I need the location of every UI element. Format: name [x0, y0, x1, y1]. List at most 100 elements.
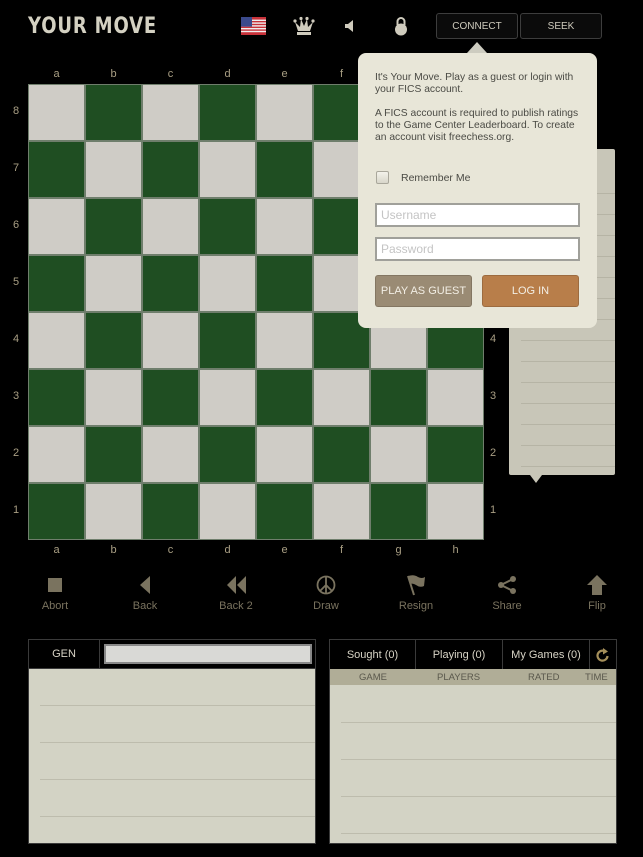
square-e1[interactable]: [256, 483, 313, 540]
square-g3[interactable]: [370, 369, 427, 426]
username-input[interactable]: [375, 203, 580, 227]
file-label: c: [167, 544, 174, 556]
remember-me-row[interactable]: Remember Me: [376, 171, 470, 184]
square-g2[interactable]: [370, 426, 427, 483]
share-label: Share: [492, 600, 522, 612]
refresh-icon[interactable]: [590, 640, 616, 669]
file-label: d: [224, 68, 231, 80]
list-divider: [341, 833, 616, 834]
share-button[interactable]: Share: [477, 574, 537, 612]
list-divider: [40, 705, 315, 706]
file-label: a: [53, 544, 60, 556]
square-a6[interactable]: [28, 198, 85, 255]
square-f3[interactable]: [313, 369, 370, 426]
square-d2[interactable]: [199, 426, 256, 483]
square-c8[interactable]: [142, 84, 199, 141]
square-b1[interactable]: [85, 483, 142, 540]
abort-button[interactable]: Abort: [25, 574, 85, 612]
resign-button[interactable]: Resign: [386, 574, 446, 612]
file-label: a: [53, 68, 60, 80]
square-a8[interactable]: [28, 84, 85, 141]
log-in-button[interactable]: LOG IN: [482, 275, 579, 307]
flip-button[interactable]: Flip: [567, 574, 627, 612]
speaker-icon[interactable]: [342, 15, 356, 37]
rank-label: 3: [489, 390, 497, 402]
square-c6[interactable]: [142, 198, 199, 255]
square-e3[interactable]: [256, 369, 313, 426]
lock-icon[interactable]: [394, 15, 408, 37]
square-b8[interactable]: [85, 84, 142, 141]
square-a4[interactable]: [28, 312, 85, 369]
square-f2[interactable]: [313, 426, 370, 483]
square-h2[interactable]: [427, 426, 484, 483]
rank-label: 2: [12, 447, 20, 459]
square-a2[interactable]: [28, 426, 85, 483]
tab-my-games[interactable]: My Games (0): [503, 640, 590, 669]
notation-divider: [521, 403, 615, 404]
square-d5[interactable]: [199, 255, 256, 312]
connect-button[interactable]: CONNECT: [436, 13, 518, 39]
square-e5[interactable]: [256, 255, 313, 312]
square-d8[interactable]: [199, 84, 256, 141]
square-d7[interactable]: [199, 141, 256, 198]
square-e2[interactable]: [256, 426, 313, 483]
list-divider: [40, 742, 315, 743]
square-a5[interactable]: [28, 255, 85, 312]
file-label: e: [281, 68, 288, 80]
play-as-guest-button[interactable]: PLAY AS GUEST: [375, 275, 472, 307]
square-b5[interactable]: [85, 255, 142, 312]
rank-label: 1: [12, 504, 20, 516]
square-b7[interactable]: [85, 141, 142, 198]
square-a3[interactable]: [28, 369, 85, 426]
square-d4[interactable]: [199, 312, 256, 369]
square-f1[interactable]: [313, 483, 370, 540]
remember-me-checkbox[interactable]: [376, 171, 389, 184]
square-d3[interactable]: [199, 369, 256, 426]
chat-input[interactable]: [104, 644, 312, 664]
square-c2[interactable]: [142, 426, 199, 483]
square-g1[interactable]: [370, 483, 427, 540]
file-label: g: [395, 544, 402, 556]
column-rated[interactable]: RATED: [528, 672, 560, 683]
square-c5[interactable]: [142, 255, 199, 312]
column-players[interactable]: PLAYERS: [437, 672, 480, 683]
square-b3[interactable]: [85, 369, 142, 426]
queen-icon[interactable]: [292, 15, 316, 37]
column-time[interactable]: TIME: [585, 672, 608, 683]
list-divider: [341, 796, 616, 797]
square-h3[interactable]: [427, 369, 484, 426]
file-label: f: [339, 544, 344, 556]
draw-button[interactable]: Draw: [296, 574, 356, 612]
square-e6[interactable]: [256, 198, 313, 255]
square-c3[interactable]: [142, 369, 199, 426]
list-divider: [40, 816, 315, 817]
seek-button[interactable]: SEEK: [520, 13, 602, 39]
square-a1[interactable]: [28, 483, 85, 540]
popup-pointer: [467, 42, 487, 53]
back-two-label: Back 2: [219, 600, 253, 612]
square-h1[interactable]: [427, 483, 484, 540]
column-game[interactable]: GAME: [359, 672, 387, 683]
chat-channel-tab[interactable]: GEN: [29, 640, 100, 668]
rank-label: 2: [489, 447, 497, 459]
square-d6[interactable]: [199, 198, 256, 255]
square-b6[interactable]: [85, 198, 142, 255]
square-e4[interactable]: [256, 312, 313, 369]
square-a7[interactable]: [28, 141, 85, 198]
square-e8[interactable]: [256, 84, 313, 141]
abort-label: Abort: [41, 600, 69, 612]
back-two-button[interactable]: Back 2: [206, 574, 266, 612]
tab-playing[interactable]: Playing (0): [416, 640, 503, 669]
square-b2[interactable]: [85, 426, 142, 483]
square-c7[interactable]: [142, 141, 199, 198]
rank-label: 7: [12, 162, 20, 174]
us-flag-icon[interactable]: [241, 17, 266, 35]
tab-sought[interactable]: Sought (0): [330, 640, 416, 669]
square-b4[interactable]: [85, 312, 142, 369]
square-c4[interactable]: [142, 312, 199, 369]
square-e7[interactable]: [256, 141, 313, 198]
password-input[interactable]: [375, 237, 580, 261]
back-button[interactable]: Back: [115, 574, 175, 612]
square-d1[interactable]: [199, 483, 256, 540]
square-c1[interactable]: [142, 483, 199, 540]
